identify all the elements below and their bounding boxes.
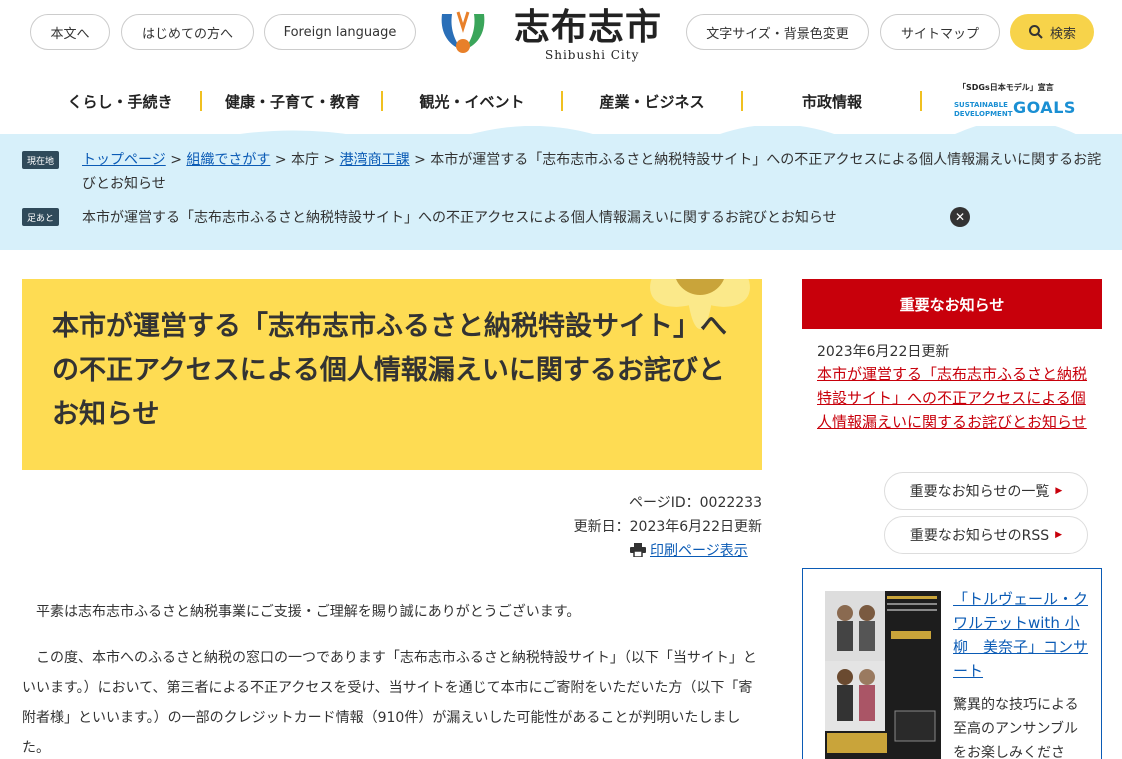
page-title: 本市が運営する「志布志市ふるさと納税特設サイト」への不正アクセスによる個人情報漏…	[52, 311, 727, 430]
notice-rss-label: 重要なお知らせのRSS	[909, 528, 1050, 544]
skip-to-content-button[interactable]: 本文へ	[30, 14, 110, 50]
arrow-right-icon: ▶	[1055, 530, 1063, 540]
search-label: 検索	[1049, 26, 1076, 42]
concert-link[interactable]: 「トルヴェール・クワルテットwith 小柳 美奈子」コンサート	[953, 587, 1088, 683]
notice-list-label: 重要なお知らせの一覧	[909, 484, 1050, 500]
arrow-right-icon: ▶	[1055, 486, 1063, 496]
nav-divider	[561, 91, 563, 111]
important-notice-heading: 重要なお知らせ	[802, 279, 1102, 329]
nav-living[interactable]: くらし・手続き	[40, 82, 200, 120]
breadcrumb-port-commerce[interactable]: 港湾商工課	[340, 152, 410, 168]
article-paragraph: 平素は志布志市ふるさと納税事業にご支援・ご理解を賜り誠にありがとうございます。	[36, 604, 581, 620]
sdgs-goals-logo[interactable]: GOALS	[1013, 98, 1076, 117]
notice-date: 2023年6月22日更新	[817, 344, 950, 360]
footprint-item[interactable]: 本市が運営する「志布志市ふるさと納税特設サイト」への不正アクセスによる個人情報漏…	[82, 206, 837, 230]
print-label: 印刷ページ表示	[650, 543, 748, 559]
search-icon	[1028, 25, 1043, 39]
site-title[interactable]: 志布志市	[514, 4, 662, 50]
close-icon[interactable]: ✕	[950, 207, 970, 227]
sdgs-sustainable: SUSTAINABLE	[954, 101, 1008, 109]
breadcrumb-separator: >	[323, 152, 336, 168]
wave-decoration	[0, 126, 1122, 144]
breadcrumb-top[interactable]: トップページ	[82, 152, 166, 168]
article-paragraph: この度、本市へのふるさと納税の窓口の一つであります「志布志市ふるさと納税特設サイ…	[22, 650, 757, 756]
nav-divider	[920, 91, 922, 111]
nav-city-administration[interactable]: 市政情報	[744, 82, 920, 120]
nav-industry[interactable]: 産業・ビジネス	[564, 82, 740, 120]
article-title-box: 本市が運営する「志布志市ふるさと納税特設サイト」への不正アクセスによる個人情報漏…	[22, 279, 762, 470]
breadcrumb-separator: >	[274, 152, 287, 168]
nav-health-education[interactable]: 健康・子育て・教育	[205, 82, 380, 120]
notice-rss-button[interactable]: 重要なお知らせのRSS ▶	[884, 516, 1088, 554]
printer-icon	[630, 543, 646, 557]
breadcrumb-main-office: 本庁	[291, 152, 320, 168]
text-size-color-button[interactable]: 文字サイズ・背景色変更	[686, 14, 869, 50]
site-title-en: Shibushi City	[545, 48, 640, 62]
print-page-link[interactable]: 印刷ページ表示	[630, 540, 748, 560]
breadcrumb-separator: >	[414, 152, 426, 168]
event-banner: 「トルヴェール・クワルテットwith 小柳 美奈子」コンサート 驚異的な技巧によ…	[802, 568, 1102, 759]
nav-divider	[741, 91, 743, 111]
nav-divider	[200, 91, 202, 111]
foreign-language-button[interactable]: Foreign language	[264, 14, 416, 50]
breadcrumb: トップページ > 組織でさがす > 本庁 > 港湾商工課 > 本市が運営する「志…	[82, 148, 1102, 196]
updated-date: 更新日：2023年6月22日更新	[573, 519, 762, 535]
nav-divider	[381, 91, 383, 111]
concert-description: 驚異的な技巧による至高のアンサンブルをお楽しみくださ	[953, 697, 1079, 759]
search-button[interactable]: 検索	[1010, 14, 1094, 50]
nav-tourism[interactable]: 観光・イベント	[384, 82, 560, 120]
city-emblem-icon[interactable]	[436, 6, 490, 58]
sdgs-logo-text[interactable]: SUSTAINABLE DEVELOPMENT	[954, 101, 1012, 119]
first-time-button[interactable]: はじめての方へ	[121, 14, 254, 50]
footprint-tag: 足あと	[22, 208, 60, 226]
sitemap-button[interactable]: サイトマップ	[880, 14, 1000, 50]
breadcrumb-organization[interactable]: 組織でさがす	[186, 152, 270, 168]
current-location-tag: 現在地	[22, 151, 60, 169]
breadcrumb-separator: >	[170, 152, 182, 168]
sdgs-declaration[interactable]: 「SDGs日本モデル」宣言	[958, 82, 1054, 93]
notice-link[interactable]: 本市が運営する「志布志市ふるさと納税特設サイト」への不正アクセスによる個人情報漏…	[817, 362, 1087, 434]
notice-list-button[interactable]: 重要なお知らせの一覧 ▶	[884, 472, 1088, 510]
concert-poster-image[interactable]	[825, 591, 941, 759]
sdgs-development: DEVELOPMENT	[954, 110, 1013, 118]
page-id: ページID：0022233	[629, 495, 762, 511]
